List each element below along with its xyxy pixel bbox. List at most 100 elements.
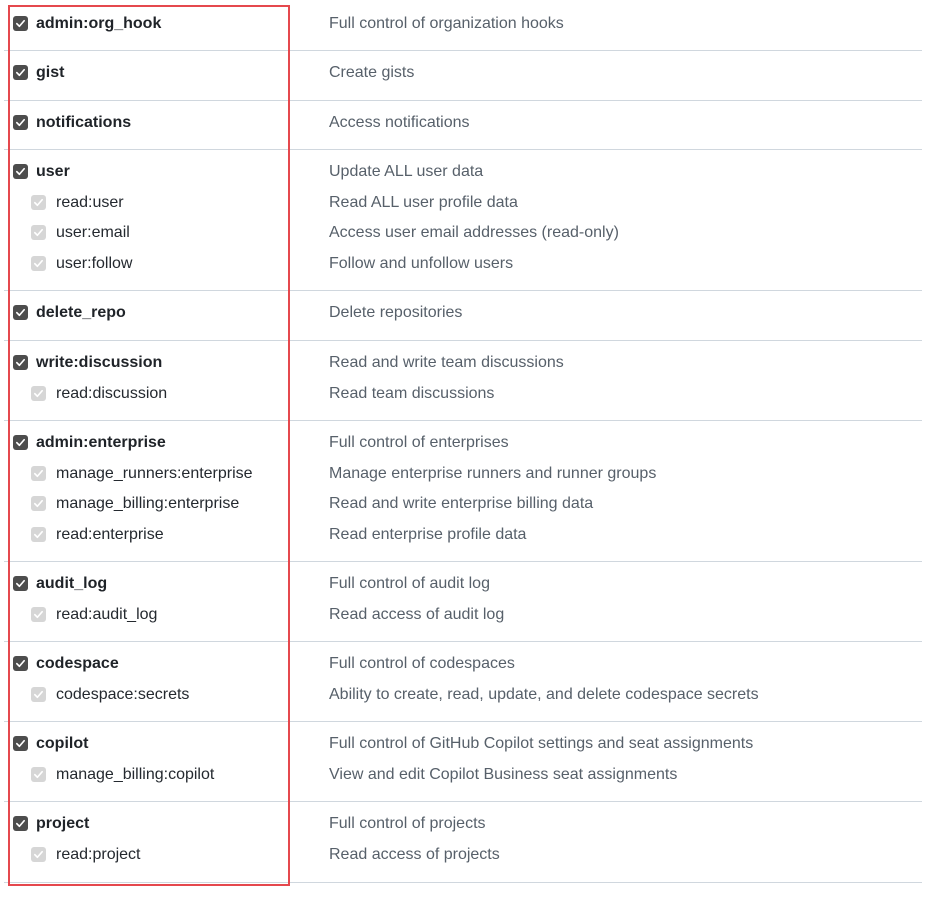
scope-checkbox-admin-enterprise[interactable] bbox=[13, 435, 28, 450]
scope-row: admin:enterprise Full control of enterpri… bbox=[4, 431, 922, 455]
scope-group: codespace Full control of codespaces codes… bbox=[4, 643, 922, 722]
sub-scope-checkbox-manage-billing-enterprise bbox=[31, 496, 46, 511]
sub-scope-checkbox-user-follow bbox=[31, 255, 46, 271]
sub-scope-row: read:user Read ALL user profile data bbox=[4, 191, 922, 215]
scope-description: Read and write enterprise billing data bbox=[329, 495, 594, 512]
sub-scope-checkbox-read-discussion bbox=[31, 385, 46, 401]
scope-description: Full control of GitHub Copilot settings … bbox=[329, 735, 754, 752]
scope-row: user Update ALL user data bbox=[4, 160, 922, 184]
scope-name[interactable]: audit_log bbox=[36, 574, 107, 594]
sub-scope-row: manage_billing:enterprise Read and write … bbox=[4, 492, 922, 516]
scope-checkbox-codespace[interactable] bbox=[13, 656, 28, 671]
scope-checkbox-delete-repo[interactable] bbox=[13, 305, 28, 320]
scope-name[interactable]: gist bbox=[36, 63, 64, 83]
scope-description: Full control of enterprises bbox=[329, 434, 509, 451]
scope-description: Full control of organization hooks bbox=[329, 15, 564, 32]
scope-description: Follow and unfollow users bbox=[329, 254, 514, 272]
checkmark-icon bbox=[16, 308, 25, 317]
sub-scope-checkbox-read-enterprise bbox=[31, 526, 46, 542]
sub-scope-checkbox-read-audit-log bbox=[31, 606, 46, 622]
scope-description: Read and write team discussions bbox=[329, 354, 564, 371]
scope-group: user Update ALL user data read:user Read AL… bbox=[4, 151, 922, 291]
checkmark-icon bbox=[34, 198, 43, 206]
sub-scope-name: manage_runners:enterprise bbox=[56, 464, 253, 482]
scope-checkbox-project[interactable] bbox=[13, 816, 28, 831]
checkmark-icon bbox=[16, 739, 25, 748]
checkmark-icon bbox=[34, 259, 43, 267]
scope-checkbox-copilot[interactable] bbox=[13, 736, 28, 751]
sub-scope-name: read:project bbox=[56, 845, 141, 863]
scope-description: Access user email addresses (read-only) bbox=[329, 224, 619, 241]
checkmark-icon bbox=[34, 469, 43, 477]
scope-name[interactable]: project bbox=[36, 814, 89, 834]
scope-description: Full control of projects bbox=[329, 815, 486, 832]
scope-checkbox-write-discussion[interactable] bbox=[13, 355, 28, 370]
scope-name[interactable]: admin:org_hook bbox=[36, 14, 161, 34]
scope-name[interactable]: copilot bbox=[36, 734, 88, 754]
scope-checkbox-gist[interactable] bbox=[13, 65, 28, 80]
scope-description: Manage enterprise runners and runner gro… bbox=[329, 464, 657, 482]
sub-scope-row: manage_billing:copilot View and edit Copi… bbox=[4, 763, 922, 787]
sub-scope-name: codespace:secrets bbox=[56, 685, 190, 703]
scope-row: admin:org_hook Full control of organizati… bbox=[4, 12, 922, 36]
sub-scope-checkbox-user-email bbox=[31, 225, 46, 240]
sub-scope-row: manage_runners:enterprise Manage enterpri… bbox=[4, 462, 922, 486]
sub-scope-name: manage_billing:enterprise bbox=[56, 495, 240, 512]
scope-checkbox-admin-org-hook[interactable] bbox=[13, 16, 28, 31]
scope-group: admin:org_hook Full control of organizati… bbox=[4, 3, 922, 51]
sub-scope-checkbox-manage-runners-enterprise bbox=[31, 465, 46, 481]
sub-scope-name: read:user bbox=[56, 193, 124, 211]
checkmark-icon bbox=[16, 438, 25, 447]
scope-group: delete_repo Delete repositories bbox=[4, 292, 922, 341]
checkmark-icon bbox=[16, 68, 25, 77]
scope-description: Read enterprise profile data bbox=[329, 525, 527, 543]
scope-group: gist Create gists bbox=[4, 52, 922, 101]
scope-name[interactable]: codespace bbox=[36, 654, 119, 674]
sub-scope-row: user:email Access user email addresses (r… bbox=[4, 221, 922, 245]
scope-name[interactable]: notifications bbox=[36, 113, 131, 133]
sub-scope-checkbox-codespace-secrets bbox=[31, 686, 46, 702]
sub-scope-row: user:follow Follow and unfollow users bbox=[4, 252, 922, 276]
checkmark-icon bbox=[16, 167, 25, 176]
sub-scope-checkbox-read-user bbox=[31, 194, 46, 210]
sub-scope-checkbox-manage-billing-copilot bbox=[31, 766, 46, 782]
scope-checkbox-audit-log[interactable] bbox=[13, 576, 28, 591]
scope-name[interactable]: admin:enterprise bbox=[36, 433, 166, 453]
checkmark-icon bbox=[16, 118, 25, 127]
scope-row: notifications Access notifications bbox=[4, 111, 922, 135]
scope-name[interactable]: user bbox=[36, 162, 70, 182]
scope-checkbox-user[interactable] bbox=[13, 164, 28, 179]
sub-scope-name: user:email bbox=[56, 224, 130, 241]
scope-row: copilot Full control of GitHub Copilot se… bbox=[4, 732, 922, 756]
scope-group: admin:enterprise Full control of enterpri… bbox=[4, 422, 922, 562]
checkmark-icon bbox=[34, 690, 43, 698]
sub-scope-row: read:discussion Read team discussions bbox=[4, 382, 922, 406]
checkmark-icon bbox=[34, 530, 43, 538]
scope-group: copilot Full control of GitHub Copilot se… bbox=[4, 723, 922, 802]
sub-scope-row: read:enterprise Read enterprise profile d… bbox=[4, 523, 922, 547]
scope-description: Update ALL user data bbox=[329, 163, 484, 180]
scope-description: Read ALL user profile data bbox=[329, 193, 518, 211]
scope-description: Full control of codespaces bbox=[329, 655, 515, 672]
scope-row: gist Create gists bbox=[4, 61, 922, 85]
checkmark-icon bbox=[34, 389, 43, 397]
scope-name[interactable]: write:discussion bbox=[36, 353, 162, 373]
checkmark-icon bbox=[34, 610, 43, 618]
scope-description: Access notifications bbox=[329, 114, 470, 131]
scope-checkbox-notifications[interactable] bbox=[13, 115, 28, 130]
sub-scope-row: codespace:secrets Ability to create, read… bbox=[4, 683, 922, 707]
scope-row: delete_repo Delete repositories bbox=[4, 301, 922, 325]
checkmark-icon bbox=[16, 659, 25, 668]
scope-group: project Full control of projects read:proj… bbox=[4, 803, 922, 883]
sub-scope-row: read:project Read access of projects bbox=[4, 843, 922, 867]
scope-row: audit_log Full control of audit log bbox=[4, 572, 922, 596]
sub-scope-row: read:audit_log Read access of audit log bbox=[4, 603, 922, 627]
scope-description: Create gists bbox=[329, 64, 415, 81]
checkmark-icon bbox=[16, 579, 25, 588]
checkmark-icon bbox=[34, 499, 43, 508]
scope-description: Ability to create, read, update, and del… bbox=[329, 685, 759, 703]
sub-scope-name: read:enterprise bbox=[56, 525, 164, 543]
scope-name[interactable]: delete_repo bbox=[36, 303, 126, 323]
scope-description: Read team discussions bbox=[329, 384, 495, 402]
scope-group: notifications Access notifications bbox=[4, 102, 922, 150]
